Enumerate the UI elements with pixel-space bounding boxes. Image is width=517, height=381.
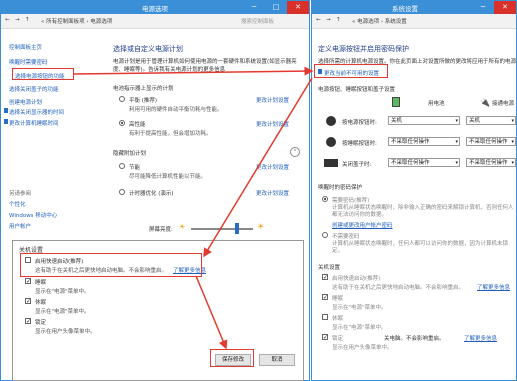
annotation-arrows [73,66,314,350]
arrow-to-change-settings [73,66,314,76]
arrow-to-fast-startup [203,77,313,258]
arrow-to-save-button [195,275,228,350]
